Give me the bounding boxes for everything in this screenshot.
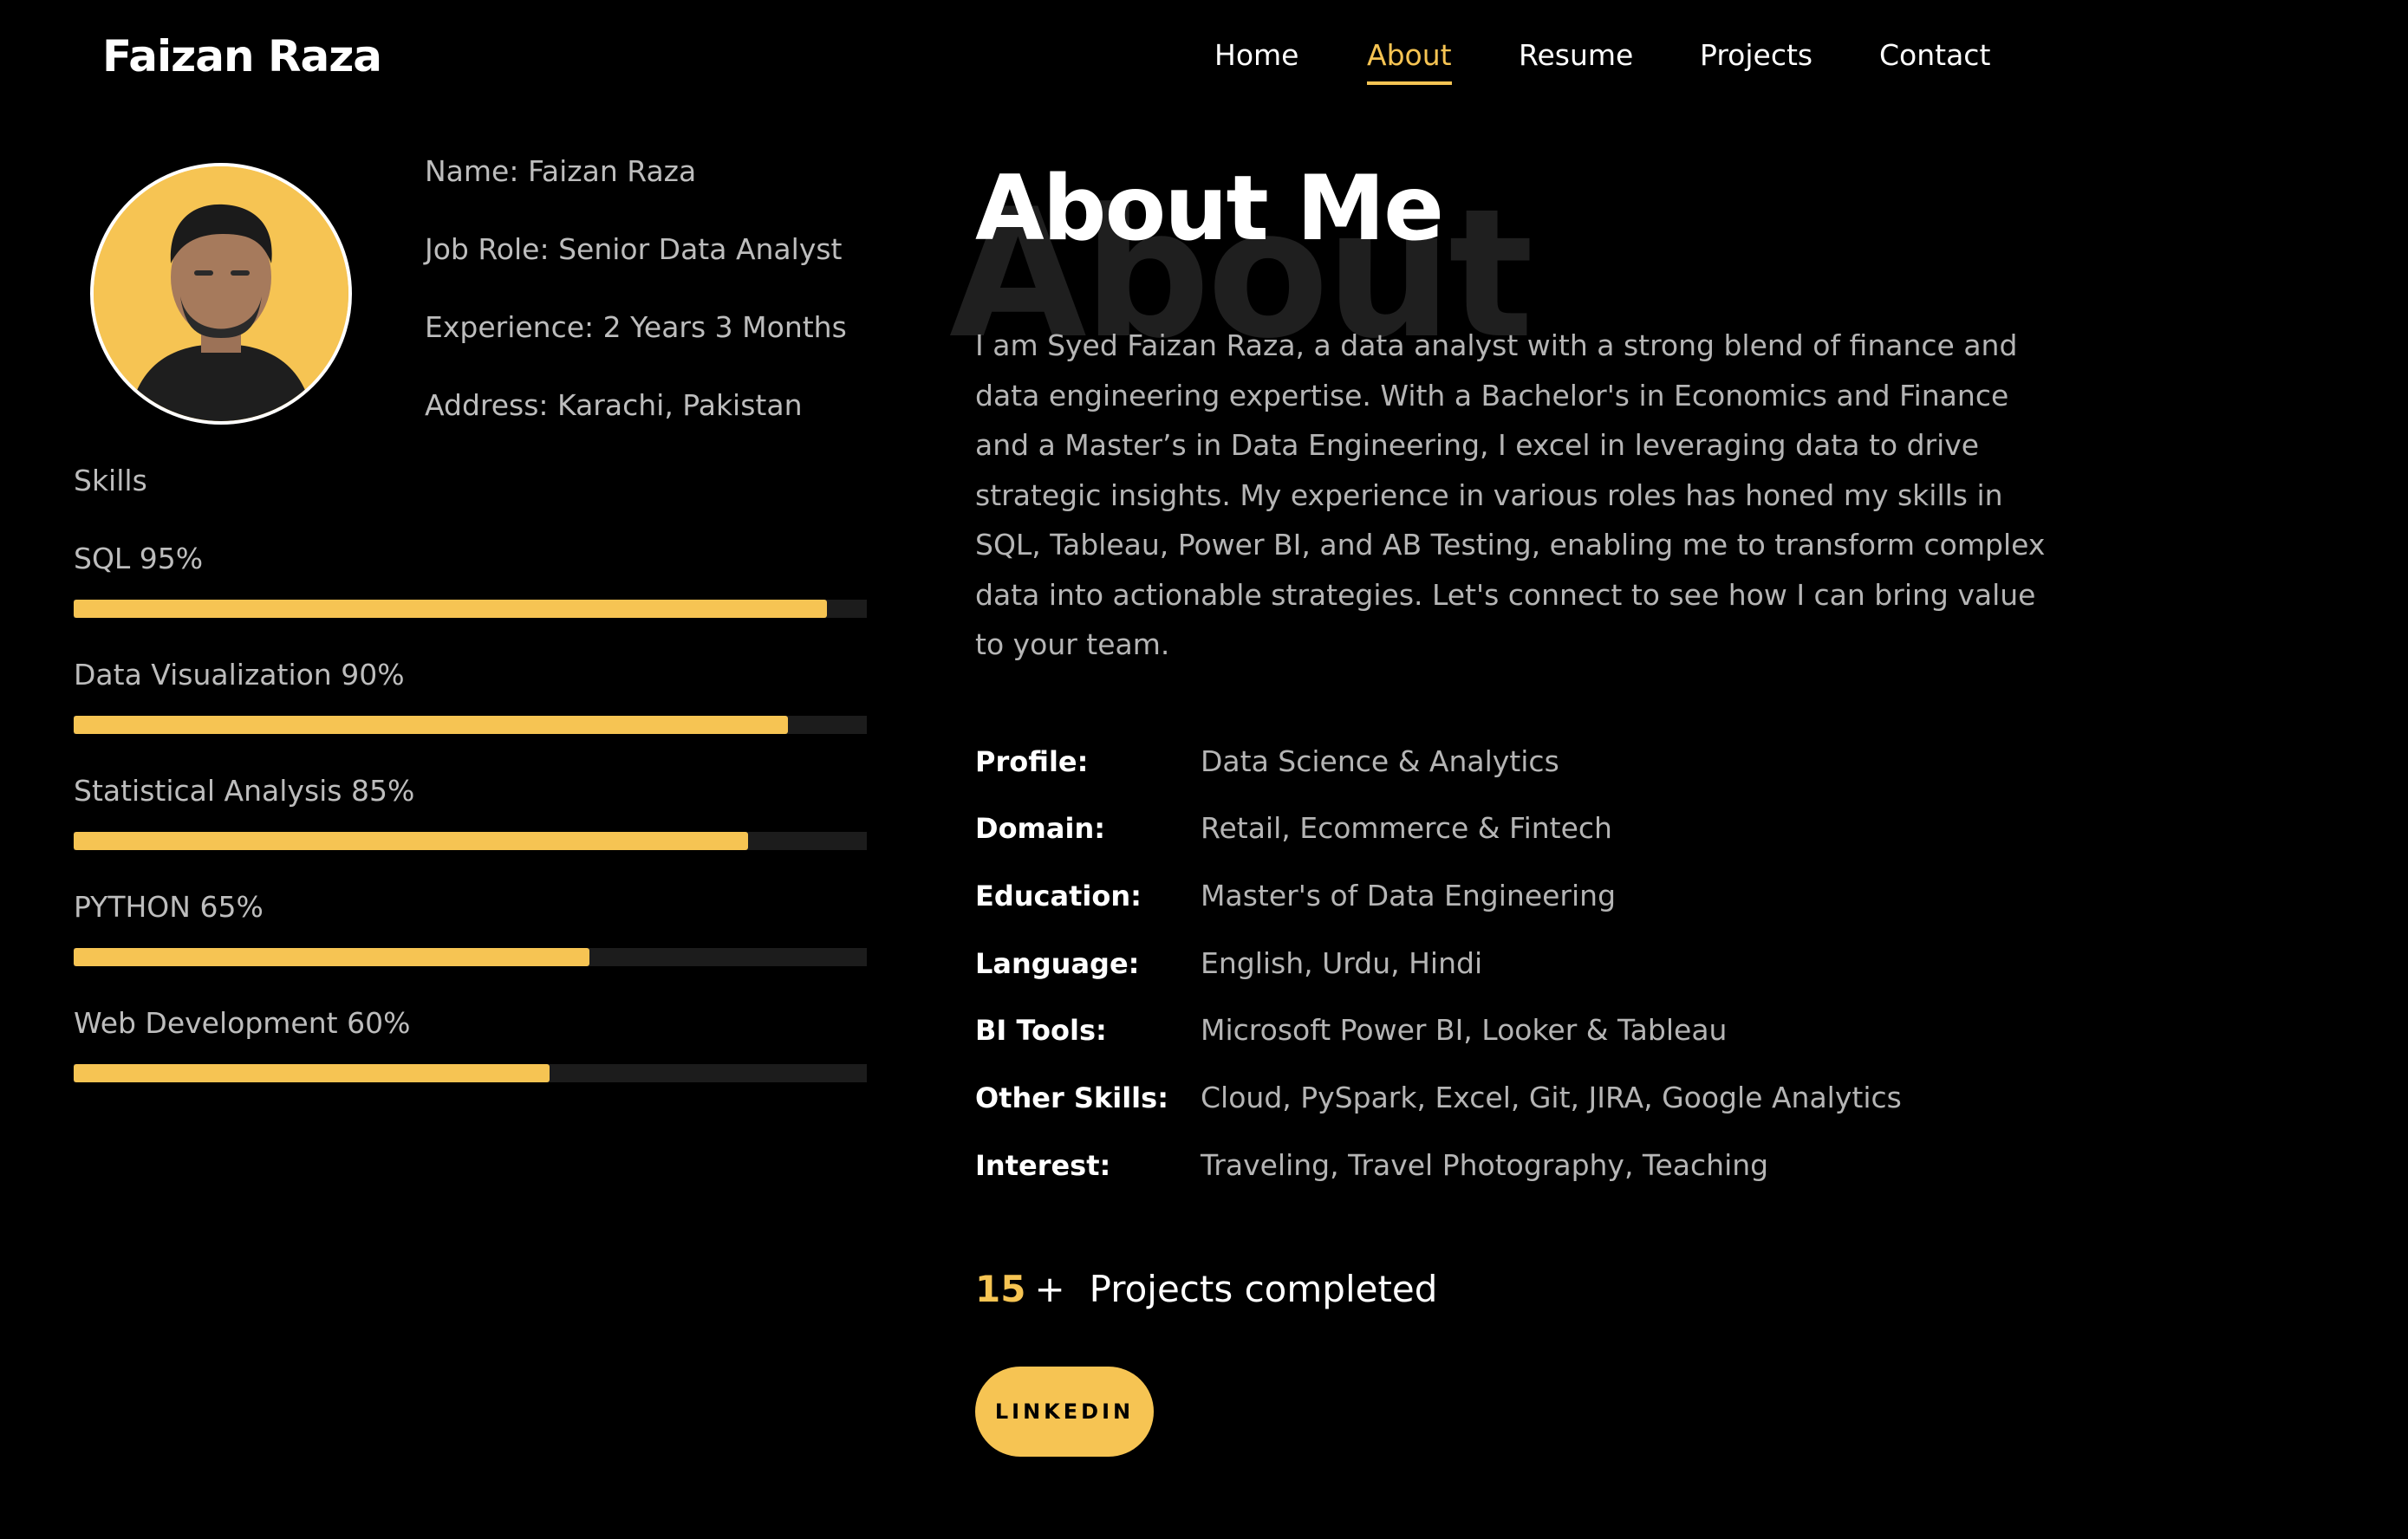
bio-paragraph: I am Syed Faizan Raza, a data analyst wi…: [975, 328, 2046, 661]
projects-count: 15: [975, 1268, 1026, 1310]
nav-projects[interactable]: Projects: [1700, 38, 1813, 72]
projects-counter: 15 + Projects completed: [975, 1268, 1437, 1310]
skill-bar-fill: [74, 948, 589, 966]
info-experience: Experience: 2 Years 3 Months: [425, 310, 847, 344]
skill-bar: [74, 600, 867, 618]
detail-label-domain: Domain:: [975, 812, 1106, 845]
nav-home[interactable]: Home: [1214, 38, 1298, 72]
profile-photo-icon: [94, 166, 348, 421]
skill-label: Data Visualization 90%: [74, 658, 405, 692]
detail-value-other-skills: Cloud, PySpark, Excel, Git, JIRA, Google…: [1201, 1081, 1902, 1114]
info-name: Name: Faizan Raza: [425, 154, 697, 188]
detail-value-interest: Traveling, Travel Photography, Teaching: [1201, 1148, 1769, 1182]
detail-label-profile: Profile:: [975, 745, 1089, 778]
skill-label: SQL 95%: [74, 542, 204, 575]
detail-value-profile: Data Science & Analytics: [1201, 744, 1559, 778]
skill-bar: [74, 1064, 867, 1082]
detail-label-bi-tools: BI Tools:: [975, 1014, 1107, 1047]
detail-value-language: English, Urdu, Hindi: [1201, 946, 1483, 980]
skill-label: Web Development 60%: [74, 1006, 411, 1040]
skill-bar: [74, 948, 867, 966]
detail-value-education: Master's of Data Engineering: [1201, 879, 1617, 912]
nav-contact[interactable]: Contact: [1879, 38, 1990, 72]
skill-label: PYTHON 65%: [74, 890, 264, 924]
skill-label: Statistical Analysis 85%: [74, 774, 415, 808]
info-address: Address: Karachi, Pakistan: [425, 388, 803, 422]
detail-label-education: Education:: [975, 880, 1142, 912]
projects-plus: +: [1034, 1268, 1065, 1310]
projects-label: Projects completed: [1089, 1268, 1438, 1310]
skills-title: Skills: [74, 464, 147, 497]
nav-resume[interactable]: Resume: [1519, 38, 1633, 72]
avatar: [90, 163, 352, 425]
skill-bar-fill: [74, 716, 788, 734]
detail-label-other-skills: Other Skills:: [975, 1081, 1168, 1114]
detail-label-interest: Interest:: [975, 1149, 1111, 1182]
brand-logo[interactable]: Faizan Raza: [102, 31, 382, 81]
linkedin-button[interactable]: LINKEDIN: [975, 1367, 1154, 1457]
skill-bar: [74, 716, 867, 734]
detail-value-domain: Retail, Ecommerce & Fintech: [1201, 811, 1612, 845]
nav-about[interactable]: About: [1367, 38, 1452, 85]
info-job-role: Job Role: Senior Data Analyst: [425, 232, 843, 266]
skill-bar: [74, 832, 867, 850]
page-title: About Me: [975, 157, 1444, 261]
detail-label-language: Language:: [975, 947, 1140, 980]
skill-bar-fill: [74, 1064, 550, 1082]
skill-bar-fill: [74, 600, 828, 618]
detail-value-bi-tools: Microsoft Power BI, Looker & Tableau: [1201, 1013, 1728, 1047]
skill-bar-fill: [74, 832, 748, 850]
